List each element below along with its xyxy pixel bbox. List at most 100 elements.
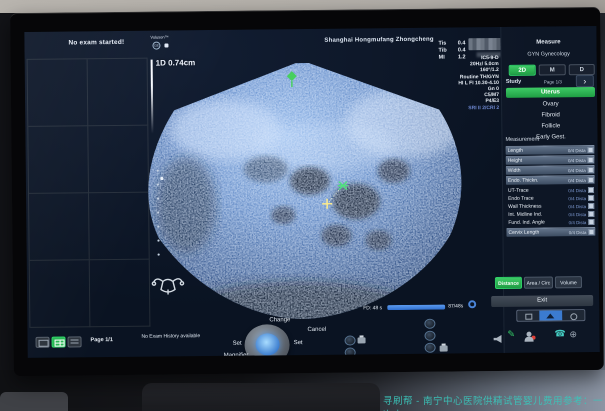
row-label: Endo Trace [506, 195, 568, 202]
segment-middle-active[interactable] [540, 310, 562, 320]
phone-icon[interactable]: ☎ [554, 328, 565, 339]
network-globe-icon[interactable]: ⊕ [569, 329, 577, 340]
row-checkbox[interactable] [588, 229, 594, 235]
trackball-hint-magnifier: Magnifier [224, 353, 249, 358]
cine-progress-bar[interactable] [387, 305, 445, 311]
desk-object [0, 392, 68, 411]
trackball-hint-set-right: Set [294, 340, 303, 346]
study-item-follicle[interactable]: Follicle [506, 121, 595, 132]
measurement-row-length[interactable]: Length0/4 Dista [506, 145, 595, 155]
cine-frame-counter: 87/48s [448, 303, 463, 309]
measurement-row-width[interactable]: Width0/4 Dista [506, 165, 595, 175]
row-value: 0/4 Dista [568, 168, 586, 173]
voluson-logo: Voluson™ [150, 34, 168, 39]
row-checkbox[interactable] [588, 157, 594, 163]
uterus-body-marker-icon [152, 279, 183, 295]
row-value: 0/4 Dista [568, 158, 586, 163]
sri-cri-setting: SRI II 2/CRI 2 [405, 105, 499, 112]
chevron-right-icon: › [583, 76, 586, 86]
gear-icon[interactable] [468, 300, 476, 308]
segment-left[interactable] [517, 311, 539, 321]
tab-d[interactable]: D [569, 64, 595, 75]
circle-icon [570, 313, 577, 320]
row-value: 0/4 Dista [568, 148, 586, 153]
printer-icon [358, 337, 366, 343]
ultrasound-screen: No exam started! No Exam History availab… [24, 26, 599, 358]
row-checkbox[interactable] [588, 195, 594, 201]
row-label: Cervix Length [506, 229, 568, 236]
row-value: 0/4 Dista [568, 204, 586, 209]
tab-m[interactable]: M [539, 64, 566, 75]
trackball-hint-set-left: Set [233, 341, 242, 347]
exit-button[interactable]: Exit [491, 295, 593, 307]
program-button-2[interactable] [345, 347, 356, 357]
distance-measurement-readout: 1D 0.74cm [156, 58, 196, 67]
row-label: Wall Thickness [506, 203, 568, 210]
measurement-row-height[interactable]: Height0/4 Dista [506, 155, 595, 165]
row-value: 0/4 Dista [568, 196, 586, 201]
monitor-bezel: No exam started! No Exam History availab… [10, 7, 604, 376]
triangle-icon [547, 313, 555, 318]
measurement-row-fund-ind-angle[interactable]: Fund. Ind. Angle0/4 Dista [506, 218, 595, 227]
row-checkbox[interactable] [588, 177, 594, 183]
program-button-5[interactable] [425, 343, 436, 353]
cine-duration-label: FD: 48 s [363, 305, 382, 311]
study-page-indicator: Page 1/3 [544, 79, 562, 84]
area-circ-button[interactable]: Area / Circ [524, 276, 553, 288]
row-label: UT-Trace [506, 187, 568, 194]
photo-of-ultrasound-workstation: No exam started! No Exam History availab… [0, 0, 605, 411]
program-button-4[interactable] [424, 331, 435, 341]
row-label: Endo. Thickn. [506, 177, 568, 184]
row-checkbox[interactable] [588, 219, 594, 225]
program-button-1[interactable] [345, 335, 356, 345]
row-label: Width [506, 167, 568, 174]
ge-logo-icon: GE [152, 42, 160, 50]
study-item-ovary[interactable]: Ovary [506, 99, 595, 110]
image-parameters: IC5-9-D 20Hz/ 5.0cm 160°/1.2 Routine TH/… [405, 55, 500, 112]
brand-square-icon [164, 43, 168, 47]
row-value: 0/4 Dista [569, 230, 587, 235]
row-label: Int. Midline Ind. [506, 211, 568, 218]
row-checkbox[interactable] [588, 187, 594, 193]
watermark-text: 寻刷帮 - 南宁中心医院供精试管婴儿费用参考：一次大 [383, 393, 605, 411]
patient-icon[interactable] [524, 332, 533, 343]
trackball-hint-change: Change [269, 317, 290, 323]
row-value: 0/4 Dista [569, 220, 587, 225]
tib-label: Tib [439, 48, 447, 55]
row-checkbox[interactable] [588, 167, 594, 173]
program-button-3[interactable] [424, 319, 435, 329]
tab-2d[interactable]: 2D [509, 65, 536, 76]
row-value: 0/4 Dista [568, 178, 586, 183]
study-next-page-button[interactable]: › [576, 75, 594, 87]
measurement-row-endo-thickn[interactable]: Endo. Thickn.0/4 Dista [506, 175, 595, 185]
rectangle-icon [525, 314, 532, 320]
keyboard-silhouette [142, 383, 380, 411]
row-label: Length [506, 147, 568, 154]
display-mode-segmented-control [516, 309, 585, 322]
panel-subtitle: GYN Gynecology [503, 51, 595, 58]
distance-button[interactable]: Distance [495, 277, 522, 289]
measurement-row-cervix-length[interactable]: Cervix Length0/4 Dista [506, 227, 595, 237]
censored-patient-info [468, 38, 502, 50]
row-label: Fund. Ind. Angle [506, 219, 568, 226]
row-value: 0/4 Dista [568, 212, 586, 217]
volume-button[interactable]: Volume [555, 276, 582, 288]
segment-right[interactable] [562, 310, 584, 320]
study-item-uterus[interactable]: Uterus [506, 87, 595, 98]
save-disk-icon [358, 354, 365, 358]
panel-title: Measure [502, 39, 594, 46]
notification-badge [532, 336, 536, 340]
printer-icon [440, 346, 448, 352]
cine-progress-fill [387, 305, 445, 311]
trackball-hint-cancel: Cancel [307, 327, 326, 333]
row-label: Height [506, 157, 568, 164]
study-item-fibroid[interactable]: Fibroid [506, 110, 595, 121]
row-checkbox[interactable] [588, 211, 594, 217]
stylus-icon[interactable]: ✎ [507, 329, 515, 340]
row-value: 0/4 Dista [568, 188, 586, 193]
hospital-name: Shanghai Hongmufang Zhongcheng [324, 37, 433, 44]
study-label: Study [506, 79, 521, 85]
row-checkbox[interactable] [588, 203, 594, 209]
row-checkbox[interactable] [588, 147, 594, 153]
measurement-section-header: Measurement [505, 137, 539, 143]
